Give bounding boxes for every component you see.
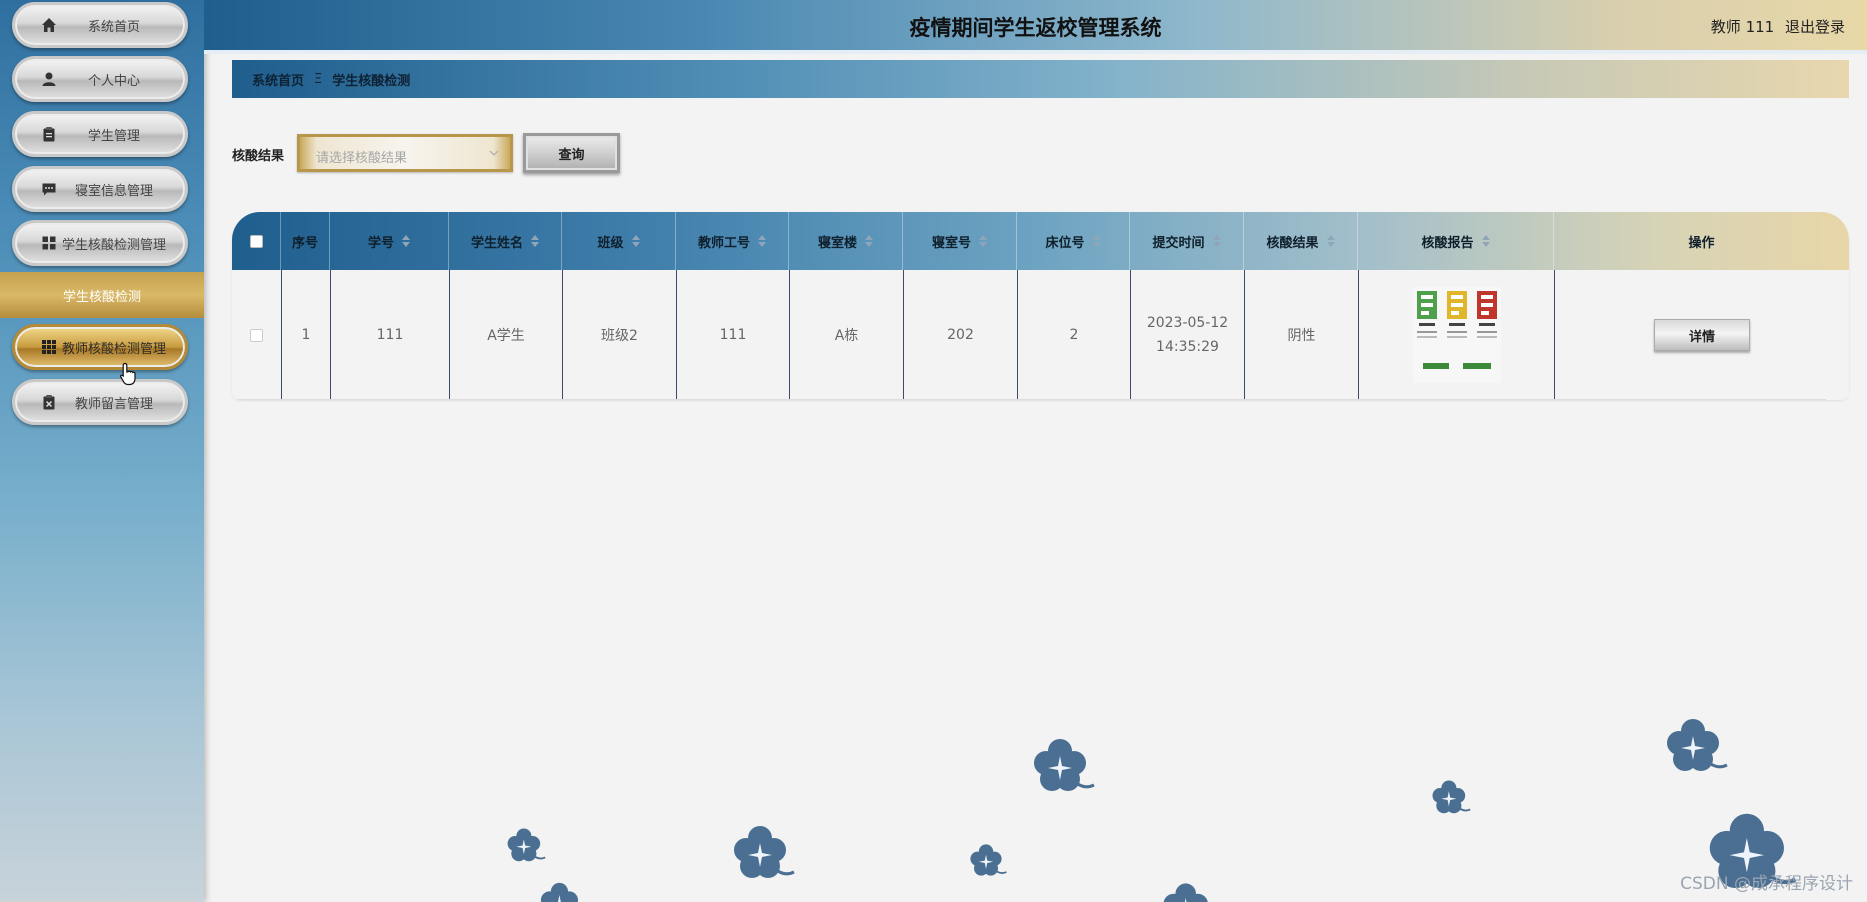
- sort-icon[interactable]: [865, 235, 873, 247]
- query-button[interactable]: 查询: [523, 133, 620, 173]
- sidebar-item-teacher-test-mgmt[interactable]: 教师核酸检测管理: [12, 324, 188, 370]
- cell-result: 阴性: [1244, 270, 1358, 400]
- sort-icon[interactable]: [979, 235, 987, 247]
- cell-building: A栋: [789, 270, 903, 400]
- clipboard-icon: [43, 127, 55, 142]
- table-header: 序号 学号 学生姓名 班级 教师工号 寝室楼 寝室号 床位号 提交时间 核酸结果…: [232, 212, 1849, 270]
- sort-icon[interactable]: [531, 235, 539, 247]
- select-all-checkbox[interactable]: [249, 234, 263, 248]
- sort-icon[interactable]: [1481, 235, 1490, 247]
- sort-icon[interactable]: [1092, 235, 1101, 247]
- clover-decoration: [506, 827, 547, 863]
- clover-decoration: [1162, 882, 1217, 902]
- sidebar-item-dorm[interactable]: 寝室信息管理: [12, 166, 188, 212]
- cell-index: 1: [281, 270, 330, 400]
- grid-icon: [42, 236, 56, 250]
- sidebar-subitem-student-test[interactable]: 学生核酸检测: [0, 272, 204, 318]
- col-header-index: 序号: [281, 212, 330, 270]
- logout-link[interactable]: 退出登录: [1785, 18, 1845, 36]
- col-header-student-id[interactable]: 学号: [330, 212, 449, 270]
- sidebar: 系统首页 个人中心 学生管理 寝室信息管理 学生核酸检测管理 学生核酸检测 教师…: [0, 0, 204, 902]
- col-header-action: 操作: [1688, 235, 1715, 251]
- table-row: 1 111 A学生 班级2 111 A栋 202 2 2023-05-12 14…: [232, 270, 1849, 400]
- chevron-down-icon: [489, 150, 499, 156]
- col-header-bed[interactable]: 床位号: [1017, 212, 1130, 270]
- sort-icon[interactable]: [402, 235, 410, 247]
- clipboard-x-icon: [43, 395, 55, 410]
- cell-room: 202: [903, 270, 1017, 400]
- col-header-result[interactable]: 核酸结果: [1244, 212, 1358, 270]
- user-icon: [42, 72, 56, 86]
- home-icon: [42, 18, 56, 32]
- cell-action: 详情: [1554, 270, 1849, 400]
- user-info: 教师 111 退出登录: [1705, 16, 1845, 37]
- breadcrumb: 系统首页 Ξ 学生核酸检测: [232, 60, 1849, 98]
- watermark: CSDN @成承程序设计: [1680, 874, 1853, 894]
- sort-icon[interactable]: [758, 235, 766, 247]
- hand-cursor-icon: [120, 362, 136, 386]
- detail-button[interactable]: 详情: [1654, 319, 1750, 351]
- clover-decoration: [1032, 737, 1096, 793]
- col-header-name[interactable]: 学生姓名: [449, 212, 562, 270]
- search-label: 核酸结果: [232, 149, 285, 164]
- report-thumbnail[interactable]: [1412, 287, 1501, 383]
- cell-teacher-id: 111: [676, 270, 789, 400]
- breadcrumb-separator: Ξ: [314, 71, 323, 87]
- row-select-cell: [232, 270, 281, 400]
- cell-name: A学生: [449, 270, 562, 400]
- breadcrumb-home[interactable]: 系统首页: [252, 70, 304, 89]
- cell-student-id: 111: [330, 270, 449, 400]
- sort-icon[interactable]: [1212, 235, 1221, 247]
- breadcrumb-current: 学生核酸检测: [332, 73, 411, 89]
- sidebar-item-students[interactable]: 学生管理: [12, 111, 188, 157]
- sidebar-item-student-test-mgmt[interactable]: 学生核酸检测管理: [12, 220, 188, 266]
- clover-decoration: [732, 824, 796, 880]
- col-header-building[interactable]: 寝室楼: [789, 212, 903, 270]
- select-placeholder: 请选择核酸结果: [316, 151, 408, 166]
- sidebar-item-profile[interactable]: 个人中心: [12, 56, 188, 102]
- current-user: 教师 111: [1710, 18, 1775, 36]
- sidebar-item-teacher-messages[interactable]: 教师留言管理: [12, 379, 188, 425]
- cell-class: 班级2: [562, 270, 676, 400]
- clover-decoration: [1665, 717, 1729, 773]
- clover-decoration: [1431, 779, 1472, 815]
- top-header: 疫情期间学生返校管理系统 教师 111 退出登录: [204, 0, 1867, 54]
- cell-report: [1358, 270, 1554, 400]
- col-header-teacher-id[interactable]: 教师工号: [676, 212, 789, 270]
- sort-icon[interactable]: [1326, 235, 1335, 247]
- cell-time: 2023-05-12 14:35:29: [1130, 270, 1244, 400]
- select-all-cell: [232, 212, 281, 270]
- col-header-report[interactable]: 核酸报告: [1358, 212, 1554, 270]
- chat-icon: [42, 183, 56, 196]
- clover-decoration: [969, 843, 1008, 877]
- sidebar-item-label: 学生核酸检测: [62, 289, 141, 305]
- result-select[interactable]: 请选择核酸结果: [297, 134, 513, 172]
- sort-icon[interactable]: [631, 235, 640, 247]
- col-header-class[interactable]: 班级: [562, 212, 676, 270]
- row-divider: [232, 399, 1826, 400]
- apps-icon: [42, 340, 56, 354]
- clover-decoration: [539, 881, 585, 902]
- sidebar-item-home[interactable]: 系统首页: [12, 2, 188, 48]
- app-title: 疫情期间学生返校管理系统: [909, 16, 1162, 40]
- cell-bed: 2: [1017, 270, 1130, 400]
- col-header-room[interactable]: 寝室号: [903, 212, 1017, 270]
- row-checkbox[interactable]: [250, 328, 263, 342]
- col-header-time[interactable]: 提交时间: [1130, 212, 1244, 270]
- data-table: 序号 学号 学生姓名 班级 教师工号 寝室楼 寝室号 床位号 提交时间 核酸结果…: [232, 212, 1849, 400]
